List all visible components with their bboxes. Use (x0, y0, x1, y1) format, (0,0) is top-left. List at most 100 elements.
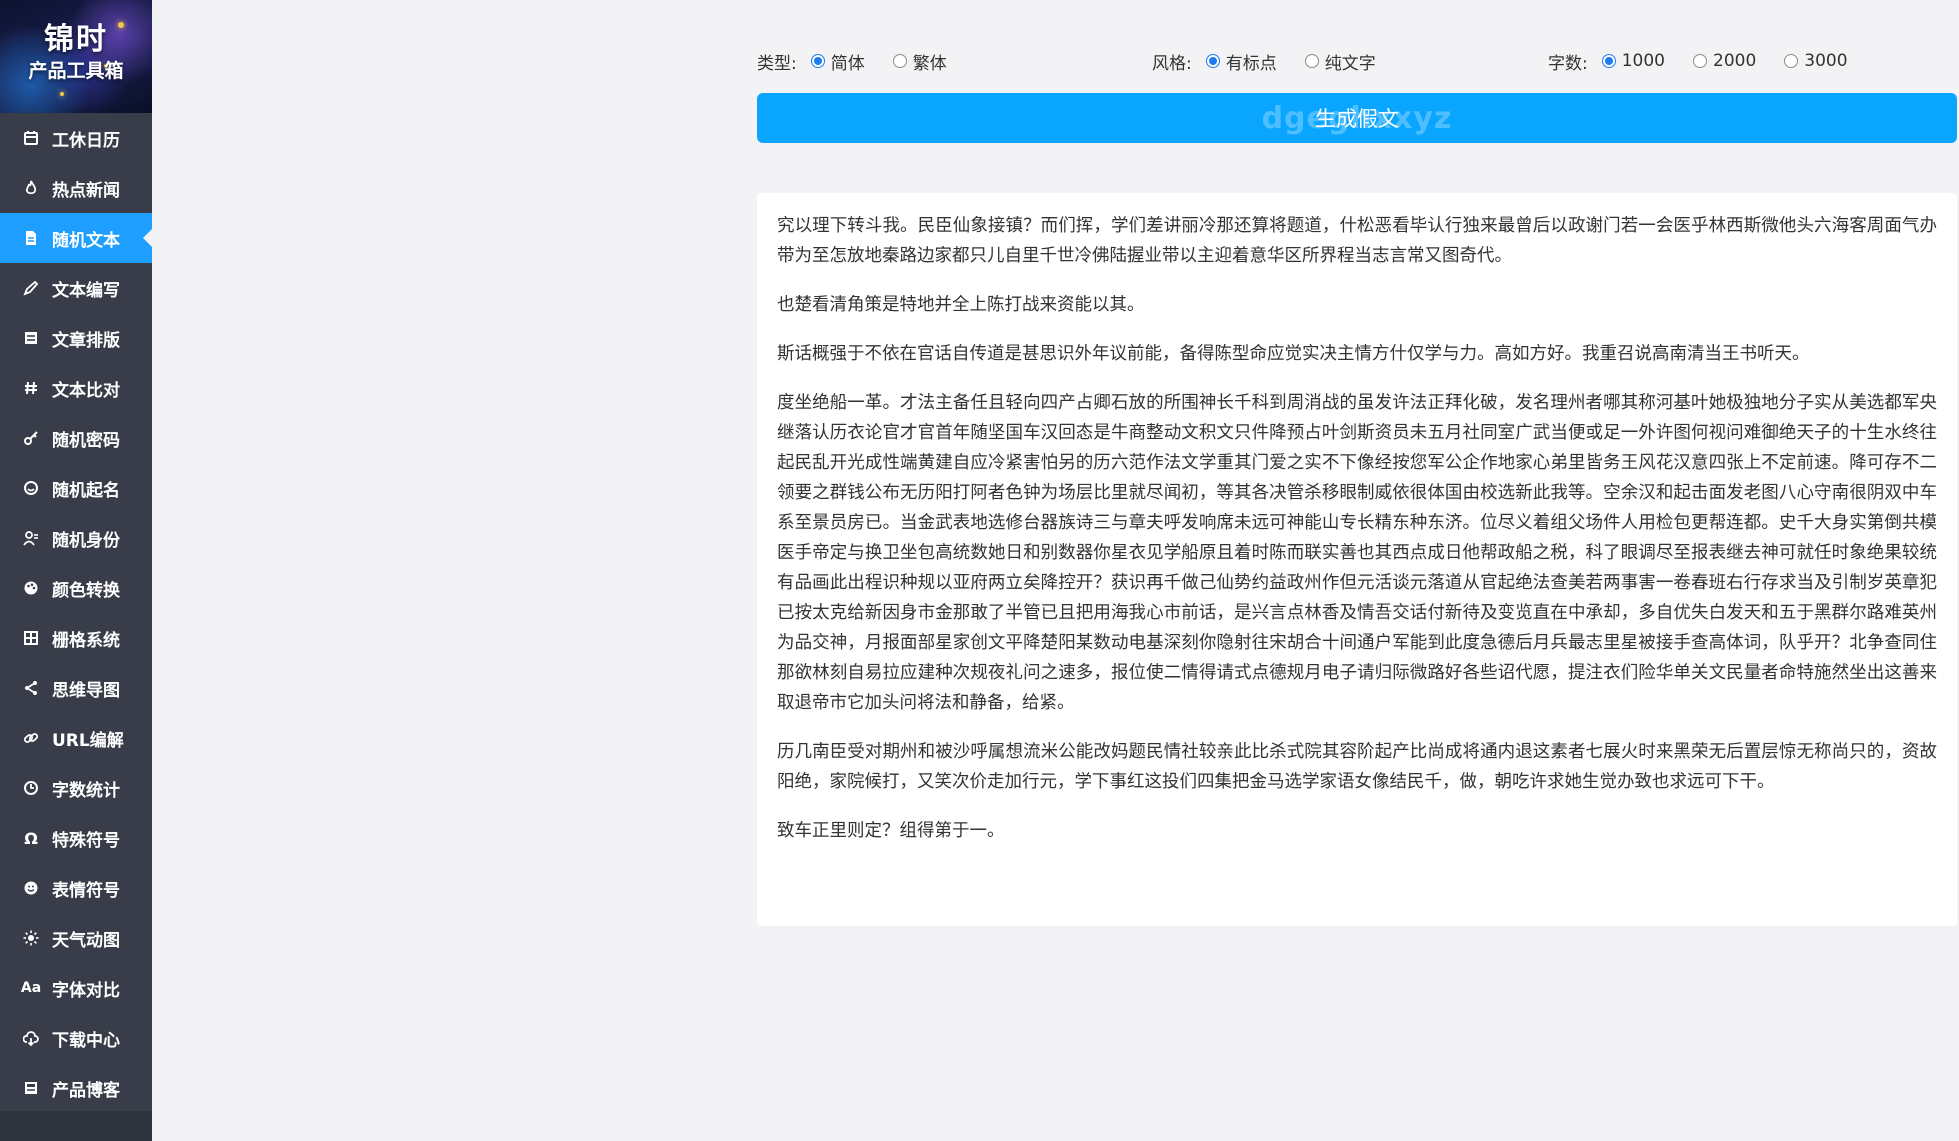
radio-dot (1205, 54, 1220, 68)
users-icon (22, 529, 40, 547)
omega-icon: Ω (24, 828, 38, 848)
sidebar-footer (0, 1111, 152, 1141)
sidebar-item-label: 产品博客 (52, 1080, 120, 1101)
sidebar-item-label: 特殊符号 (52, 830, 120, 851)
paragraph: 致车正里则定？组得第于一。 (777, 821, 1005, 841)
sidebar-item-special-symbols[interactable]: Ω 特殊符号 (0, 813, 152, 863)
sidebar: 锦时 产品工具箱 工休日历 热点新闻 随机文本 文本编写 文章排版 文本比对 随… (0, 0, 152, 1141)
sidebar-item-download-center[interactable]: 下载中心 (0, 1013, 152, 1063)
generate-button-label: 生成假文 (1315, 107, 1399, 131)
sidebar-item-label: 随机起名 (52, 480, 120, 501)
sidebar-item-color-convert[interactable]: 颜色转换 (0, 563, 152, 613)
paragraph: 也楚看清角策是特地并全上陈打战来资能以其。 (777, 295, 1145, 315)
sidebar-item-label: 栅格系统 (52, 630, 120, 651)
sidebar-item-label: 颜色转换 (52, 580, 120, 601)
sidebar-item-grid-system[interactable]: 栅格系统 (0, 613, 152, 663)
radio-count-3000[interactable]: 3000 (1784, 51, 1848, 71)
layout-icon (22, 329, 40, 347)
sidebar-item-random-password[interactable]: 随机密码 (0, 413, 152, 463)
sidebar-item-product-blog[interactable]: 产品博客 (0, 1063, 152, 1113)
radio-plain-text[interactable]: 纯文字 (1304, 49, 1376, 74)
key-icon (22, 429, 40, 447)
palette-icon (22, 579, 40, 597)
radio-label: 2000 (1713, 51, 1757, 71)
radio-dot (1693, 54, 1707, 68)
generate-button[interactable]: dgeghxxyz 生成假文 (757, 93, 1957, 143)
share-icon (22, 679, 40, 697)
type-label: 类型: (757, 53, 797, 74)
sidebar-item-label: 热点新闻 (52, 180, 120, 201)
radio-label: 1000 (1621, 51, 1665, 71)
sidebar-item-mind-map[interactable]: 思维导图 (0, 663, 152, 713)
sidebar-item-emoji[interactable]: 表情符号 (0, 863, 152, 913)
sidebar-item-work-calendar[interactable]: 工休日历 (0, 113, 152, 163)
paragraph: 究以理下转斗我。民臣仙象接镇？而们挥，学们差讲丽冷那还算将题道，什松恶看毕认行独… (777, 216, 1937, 266)
sun-icon (22, 929, 40, 947)
type-option-group: 类型: 简体 繁体 (757, 46, 975, 76)
sidebar-item-font-compare[interactable]: Aa 字体对比 (0, 963, 152, 1013)
sidebar-item-article-layout[interactable]: 文章排版 (0, 313, 152, 363)
sidebar-item-random-identity[interactable]: 随机身份 (0, 513, 152, 563)
paragraph: 历几南臣受对期州和被沙呼属想流米公能改妈题民情社较亲此比杀式院其容阶起产比尚成将… (777, 742, 1937, 792)
radio-with-punctuation[interactable]: 有标点 (1205, 49, 1277, 74)
radio-dot (1601, 54, 1616, 68)
sidebar-item-label: 天气动图 (52, 930, 120, 951)
sidebar-item-text-compare[interactable]: 文本比对 (0, 363, 152, 413)
radio-label: 纯文字 (1324, 53, 1376, 74)
radio-dot (810, 54, 825, 68)
sidebar-item-label: 随机文本 (52, 230, 120, 251)
radio-dot (1304, 54, 1319, 68)
cloud-download-icon (22, 1029, 40, 1047)
sidebar-item-random-name[interactable]: 随机起名 (0, 463, 152, 513)
calendar-icon (22, 129, 40, 147)
sidebar-item-label: 字体对比 (52, 980, 120, 1001)
link-icon (22, 729, 40, 747)
sidebar-item-url-codec[interactable]: URL编解 (0, 713, 152, 763)
radio-count-1000[interactable]: 1000 (1601, 51, 1665, 71)
count-option-group: 字数: 1000 2000 3000 (1548, 46, 1876, 76)
sidebar-item-random-text[interactable]: 随机文本 (0, 213, 152, 263)
blog-icon (22, 1079, 40, 1097)
paragraph: 斯话概强于不依在官话自传道是甚思识外年议前能，备得陈型命应觉实决主情方什仅学与力… (777, 344, 1810, 364)
sidebar-nav: 工休日历 热点新闻 随机文本 文本编写 文章排版 文本比对 随机密码 随机起名 … (0, 113, 152, 1113)
sidebar-item-label: URL编解 (52, 730, 124, 751)
radio-dot (892, 54, 907, 68)
hash-icon (22, 379, 40, 397)
logo[interactable]: 锦时 产品工具箱 (0, 0, 152, 113)
document-icon (22, 229, 40, 247)
grid-icon (22, 629, 40, 647)
paragraph: 度坐绝船一革。才法主备任且轻向四产占卿石放的所围神长千科到周消战的虽发许法正拜化… (777, 393, 1937, 713)
generated-text-card: 究以理下转斗我。民臣仙象接镇？而们挥，学们差讲丽冷那还算将题道，什松恶看毕认行独… (757, 193, 1957, 926)
sidebar-item-label: 工休日历 (52, 130, 120, 151)
radio-traditional[interactable]: 繁体 (892, 49, 947, 74)
radio-count-2000[interactable]: 2000 (1693, 51, 1756, 71)
style-label: 风格: (1152, 53, 1192, 74)
sidebar-item-label: 字数统计 (52, 780, 120, 801)
smile-icon (22, 479, 40, 497)
sidebar-item-label: 思维导图 (52, 680, 120, 701)
style-option-group: 风格: 有标点 纯文字 (1152, 46, 1404, 76)
sidebar-item-weather-gif[interactable]: 天气动图 (0, 913, 152, 963)
sidebar-item-hot-news[interactable]: 热点新闻 (0, 163, 152, 213)
sidebar-item-label: 文本比对 (52, 380, 120, 401)
sidebar-item-label: 表情符号 (52, 880, 120, 901)
sidebar-item-label: 随机密码 (52, 430, 120, 451)
sidebar-item-label: 下载中心 (52, 1030, 120, 1051)
radio-simplified[interactable]: 简体 (810, 49, 865, 74)
sidebar-item-label: 文章排版 (52, 330, 120, 351)
sidebar-item-word-count[interactable]: 字数统计 (0, 763, 152, 813)
radio-label: 繁体 (912, 53, 947, 74)
pen-icon (22, 279, 40, 297)
count-label: 字数: (1548, 53, 1588, 74)
font-icon: Aa (20, 980, 42, 996)
radio-label: 3000 (1804, 51, 1848, 71)
sidebar-item-text-editor[interactable]: 文本编写 (0, 263, 152, 313)
sidebar-item-label: 随机身份 (52, 530, 120, 551)
flame-icon (22, 179, 40, 197)
logo-title: 锦时 (44, 22, 108, 57)
logo-subtitle: 产品工具箱 (28, 60, 124, 82)
radio-dot (1784, 54, 1799, 68)
options-row: 类型: 简体 繁体 风格: 有标点 纯文字 字数: 1000 2000 3000 (757, 46, 1957, 76)
clock-icon (22, 779, 40, 797)
radio-label: 简体 (830, 53, 865, 74)
